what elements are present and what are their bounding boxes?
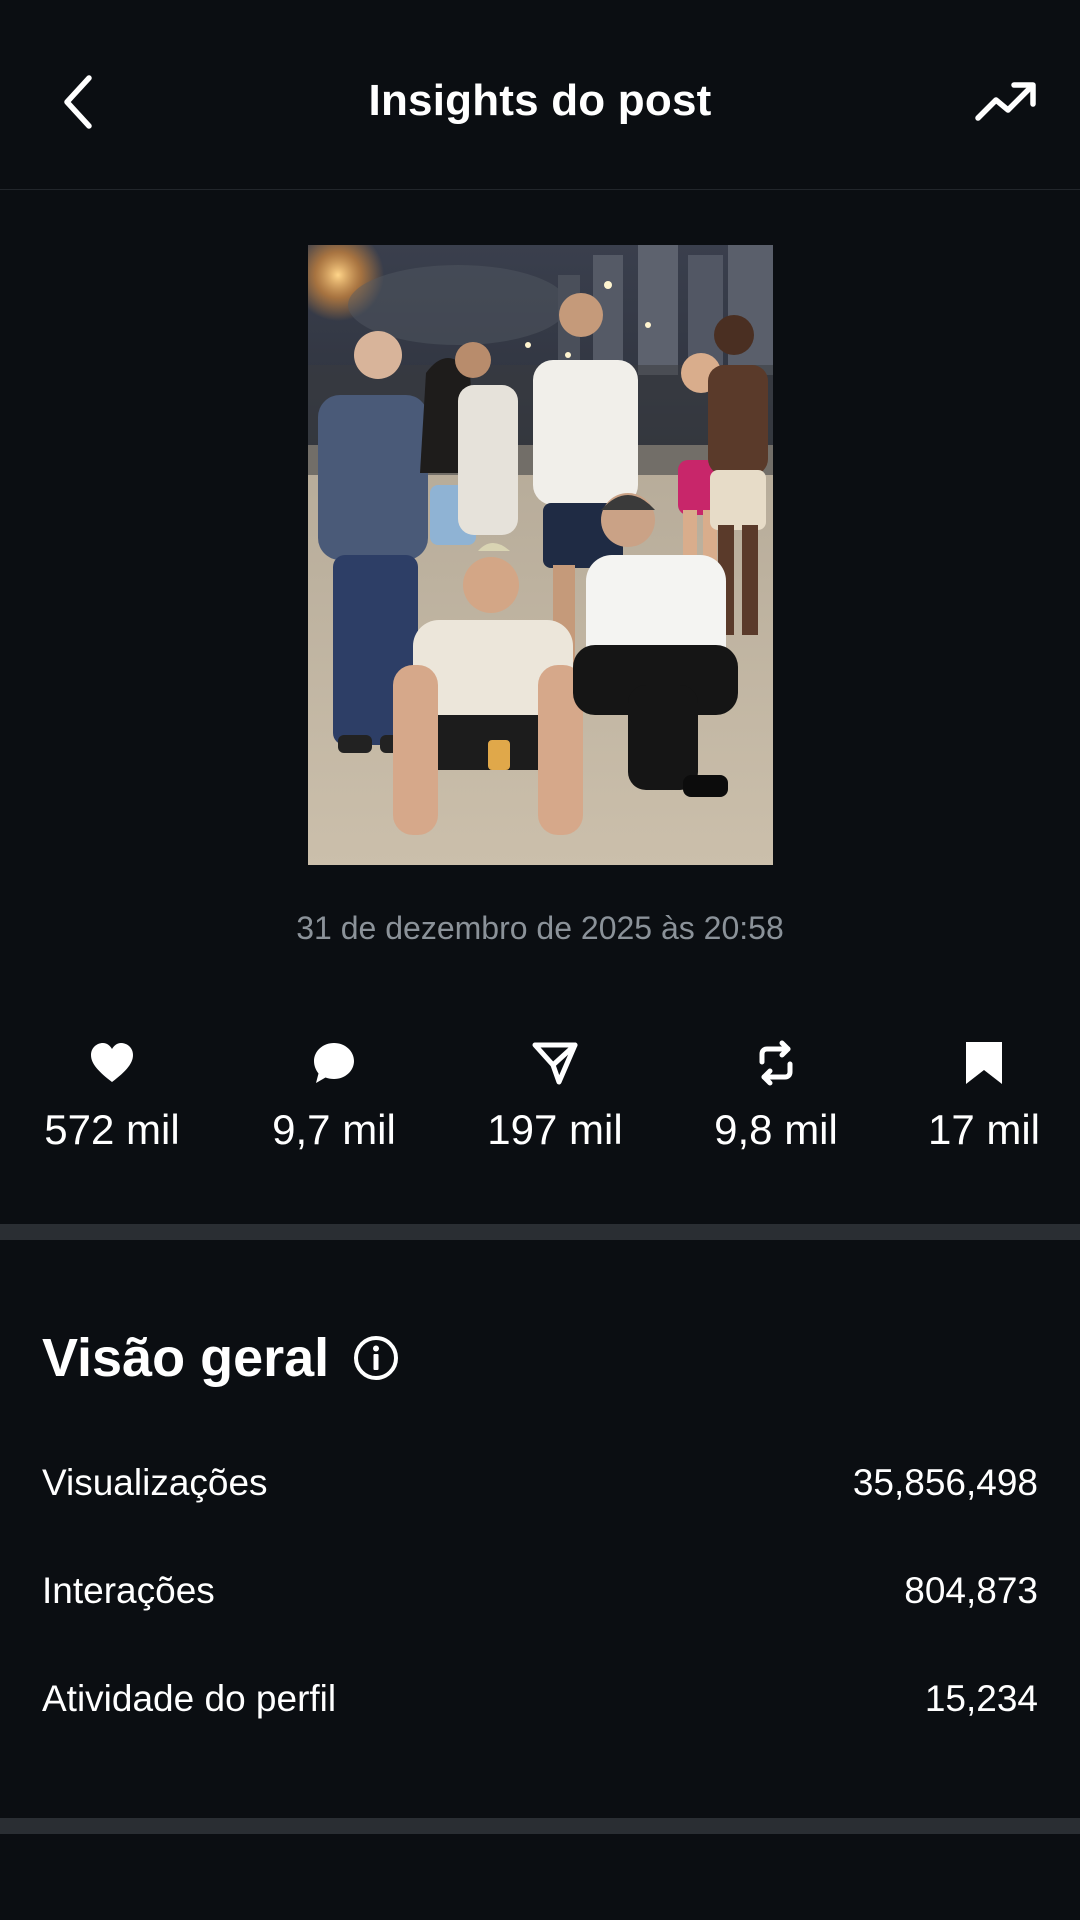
section-divider [0, 1818, 1080, 1834]
saves-count: 17 mil [927, 1106, 1041, 1153]
metric-row-profile-activity[interactable]: Atividade do perfil 15,234 [42, 1669, 1038, 1729]
metric-value: 804,873 [904, 1570, 1038, 1611]
metric-label: Visualizações [42, 1462, 268, 1503]
shares-stat[interactable]: 197 mil [460, 1040, 650, 1154]
heart-icon [91, 1043, 133, 1082]
post-timestamp: 31 de dezembro de 2025 às 20:58 [296, 910, 784, 946]
metric-row-interactions[interactable]: Interações 804,873 [42, 1561, 1038, 1621]
saves-stat[interactable]: 17 mil [889, 1040, 1079, 1154]
overview-title: Visão geral [42, 1328, 330, 1388]
metric-value: 15,234 [924, 1678, 1038, 1719]
post-photo-illustration [308, 245, 773, 865]
likes-count: 572 mil [44, 1106, 180, 1153]
metric-row-views[interactable]: Visualizações 35,856,498 [42, 1453, 1038, 1513]
bookmark-icon [966, 1042, 1002, 1084]
share-icon [532, 1042, 578, 1085]
metric-label: Interações [42, 1570, 215, 1611]
overview-header: Visão geral [42, 1325, 399, 1391]
info-icon[interactable] [353, 1335, 399, 1381]
reposts-count: 9,8 mil [714, 1106, 838, 1153]
trend-button[interactable] [966, 70, 1046, 134]
metric-value: 35,856,498 [852, 1462, 1038, 1503]
shares-count: 197 mil [487, 1106, 623, 1153]
comment-icon [314, 1043, 354, 1083]
page-title: Insights do post [368, 76, 712, 125]
comments-stat[interactable]: 9,7 mil [239, 1040, 429, 1154]
repost-icon [759, 1040, 793, 1086]
metric-label: Atividade do perfil [42, 1678, 337, 1719]
likes-stat[interactable]: 572 mil [17, 1040, 207, 1154]
reposts-stat[interactable]: 9,8 mil [681, 1040, 871, 1154]
trending-up-icon [975, 82, 1036, 121]
top-bar: Insights do post [0, 0, 1080, 190]
section-divider [0, 1224, 1080, 1240]
post-image[interactable] [308, 245, 773, 865]
comments-count: 9,7 mil [272, 1106, 396, 1153]
